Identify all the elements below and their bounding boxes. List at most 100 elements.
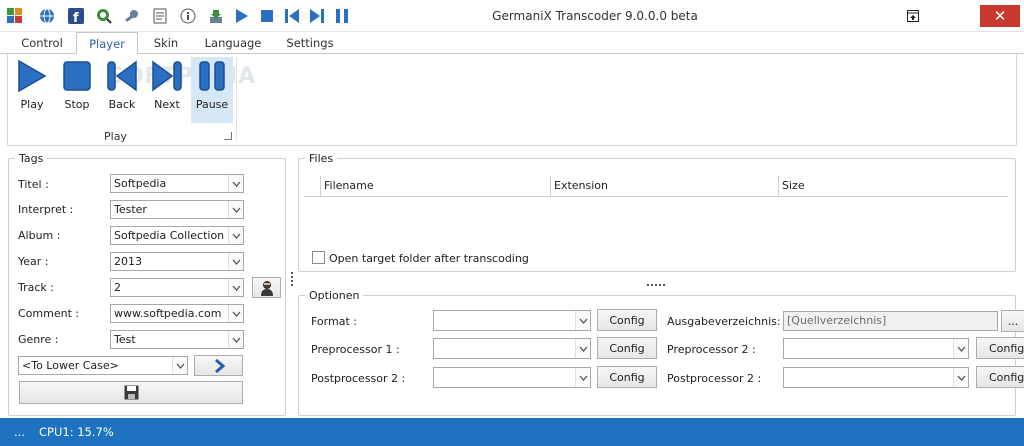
search-globe-icon[interactable] <box>95 7 112 24</box>
open-folder-checkbox[interactable] <box>312 251 325 264</box>
year-value: 2013 <box>114 255 142 268</box>
play-button[interactable]: Play <box>11 57 53 123</box>
postprocessor-2b-select[interactable] <box>783 367 969 388</box>
preprocessor-2-config-button[interactable]: Config <box>976 337 1024 359</box>
ribbon-panel: SOFTPEDIA Play Stop Back Next Pause Play <box>7 54 1017 146</box>
chevron-down-icon[interactable] <box>228 279 243 296</box>
stop-button[interactable]: Stop <box>56 57 98 123</box>
window-title: GermaniX Transcoder 9.0.0.0 beta <box>492 9 698 23</box>
tags-legend: Tags <box>19 152 44 165</box>
output-dir-value: [Quellverzeichnis] <box>787 314 887 327</box>
app-logo-icon[interactable] <box>6 7 23 24</box>
format-config-button[interactable]: Config <box>597 309 657 331</box>
open-folder-label: Open target folder after transcoding <box>329 252 529 265</box>
preprocessor-1-label: Preprocessor 1 : <box>311 343 400 356</box>
track-value: 2 <box>114 281 121 294</box>
chevron-down-icon[interactable] <box>575 368 590 387</box>
back-icon[interactable] <box>283 7 300 24</box>
interpret-combo[interactable]: Tester <box>110 200 244 219</box>
back-button[interactable]: Back <box>101 57 143 123</box>
chevron-down-icon[interactable] <box>172 357 187 374</box>
ribbon-group-divider <box>236 57 237 141</box>
extension-column[interactable]: Extension <box>550 176 778 196</box>
comment-value: www.softpedia.com <box>114 307 222 320</box>
tab-player[interactable]: Player <box>76 32 138 55</box>
chevron-down-icon[interactable] <box>228 175 243 192</box>
year-combo[interactable]: 2013 <box>110 252 244 271</box>
case-select[interactable]: <To Lower Case> <box>18 356 188 375</box>
globe-icon[interactable] <box>38 7 55 24</box>
stop-icon <box>63 61 91 91</box>
facebook-icon[interactable]: f <box>67 7 84 24</box>
group-launcher-icon[interactable] <box>224 132 232 140</box>
stop-icon[interactable] <box>258 7 275 24</box>
output-dir-field[interactable]: [Quellverzeichnis] <box>783 311 998 331</box>
ribbon-tab-strip: Control Player Skin Language Settings <box>0 32 1024 55</box>
apply-case-button[interactable] <box>194 355 243 376</box>
download-icon[interactable] <box>207 7 224 24</box>
status-bar: ... CPU1: 15.7% <box>0 418 1024 446</box>
album-combo[interactable]: Softpedia Collection <box>110 226 244 245</box>
preprocessor-1-select[interactable] <box>433 338 591 359</box>
genre-label: Genre : <box>18 333 59 346</box>
browse-output-dir-button[interactable]: ... <box>1001 310 1024 332</box>
next-button[interactable]: Next <box>146 57 188 123</box>
info-icon[interactable] <box>179 7 196 24</box>
tab-skin[interactable]: Skin <box>144 32 188 54</box>
splitter-handle[interactable] <box>291 272 293 286</box>
preprocessor-1-config-button[interactable]: Config <box>597 337 657 359</box>
titel-combo[interactable]: Softpedia <box>110 174 244 193</box>
preprocessor-2-select[interactable] <box>783 338 969 359</box>
tab-language[interactable]: Language <box>198 32 268 54</box>
preprocessor-2-label: Preprocessor 2 : <box>667 343 756 356</box>
interpret-value: Tester <box>114 203 147 216</box>
stop-button-label: Stop <box>64 98 90 111</box>
pause-icon[interactable] <box>333 7 350 24</box>
notepad-icon[interactable] <box>151 7 168 24</box>
tab-settings[interactable]: Settings <box>280 32 340 54</box>
format-label: Format : <box>311 315 357 328</box>
close-window-button[interactable]: ✕ <box>980 5 1020 27</box>
next-button-label: Next <box>154 98 180 111</box>
options-legend: Optionen <box>309 289 360 302</box>
postprocessor-2-config-button[interactable]: Config <box>597 366 657 388</box>
postprocessor-2-select[interactable] <box>433 367 591 388</box>
chevron-down-icon[interactable] <box>953 339 968 358</box>
restore-window-icon[interactable] <box>902 5 924 27</box>
comment-combo[interactable]: www.softpedia.com <box>110 304 244 323</box>
status-dots: ... <box>14 425 25 439</box>
format-select[interactable] <box>433 310 591 331</box>
size-column[interactable]: Size <box>778 176 1006 196</box>
pause-button[interactable]: Pause <box>191 57 233 123</box>
title-bar: f GermaniX Transcoder 9.0.0.0 beta ✕ <box>0 0 1024 32</box>
pause-button-label: Pause <box>195 98 229 111</box>
play-button-label: Play <box>20 98 44 111</box>
genre-combo[interactable]: Test <box>110 330 244 349</box>
chevron-down-icon[interactable] <box>228 331 243 348</box>
chevron-down-icon[interactable] <box>575 311 590 330</box>
track-label: Track : <box>18 281 54 294</box>
track-combo[interactable]: 2 <box>110 278 244 297</box>
save-tags-button[interactable] <box>19 381 243 404</box>
tab-control[interactable]: Control <box>14 32 70 54</box>
next-icon[interactable] <box>308 7 325 24</box>
lookup-user-button[interactable] <box>252 277 281 298</box>
year-label: Year : <box>18 255 49 268</box>
comment-label: Comment : <box>18 307 80 320</box>
postprocessor-2b-config-button[interactable]: Config <box>976 366 1024 388</box>
chevron-down-icon[interactable] <box>228 305 243 322</box>
chevron-down-icon[interactable] <box>228 201 243 218</box>
settings-wrench-icon[interactable] <box>123 7 140 24</box>
chevron-down-icon[interactable] <box>953 368 968 387</box>
chevron-down-icon[interactable] <box>228 253 243 270</box>
horizontal-splitter-handle[interactable] <box>647 276 665 286</box>
album-label: Album : <box>18 229 61 242</box>
play-icon[interactable] <box>233 7 250 24</box>
chevron-down-icon[interactable] <box>575 339 590 358</box>
user-icon <box>260 280 273 296</box>
chevron-down-icon[interactable] <box>228 227 243 244</box>
ribbon-group-label: Play <box>104 130 127 143</box>
interpret-label: Interpret : <box>18 203 74 216</box>
filename-column[interactable]: Filename <box>320 176 550 196</box>
titel-value: Softpedia <box>114 177 167 190</box>
